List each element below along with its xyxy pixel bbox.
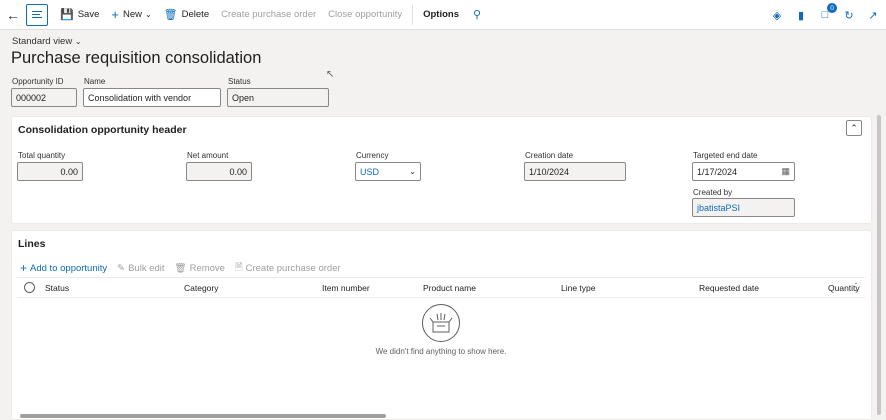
back-arrow-icon[interactable]: ←: [0, 0, 26, 30]
notifications-icon[interactable]: □ 0: [818, 3, 837, 22]
diamond-icon[interactable]: ◈: [770, 8, 784, 22]
created-by-value[interactable]: jbatistaPSI: [697, 203, 740, 213]
trash-icon: 🗑: [174, 262, 187, 274]
delete-label: Delete: [181, 9, 210, 20]
opportunity-id-label: Opportunity ID: [12, 77, 64, 86]
toolbar-right-icons: ◈ ▮ □ 0 ↻ ↗: [770, 0, 880, 30]
page-title: Purchase requisition consolidation: [11, 49, 262, 67]
select-all-radio[interactable]: [24, 282, 35, 293]
notification-badge: 0: [827, 3, 837, 13]
opportunity-id-field[interactable]: 000002: [11, 88, 77, 107]
column-header-category[interactable]: Category: [184, 283, 219, 293]
lines-create-po-label: Create purchase order: [245, 262, 341, 274]
close-opportunity-button[interactable]: Close opportunity: [322, 0, 408, 30]
remove-label: Remove: [189, 262, 225, 274]
currency-label: Currency: [356, 151, 389, 160]
net-amount-field[interactable]: 0.00: [186, 162, 252, 181]
plus-icon: +: [111, 7, 119, 22]
new-label: New: [122, 9, 142, 20]
created-by-field[interactable]: jbatistaPSI: [692, 198, 795, 217]
targeted-end-date-field[interactable]: 1/17/2024 ▦: [692, 162, 795, 181]
save-icon: 💾: [60, 9, 74, 21]
status-value: Open: [232, 92, 255, 103]
options-label: Options: [423, 9, 459, 20]
chevron-up-icon: ⌃: [850, 122, 858, 133]
refresh-icon[interactable]: ↻: [842, 8, 856, 22]
close-opportunity-label: Close opportunity: [328, 9, 403, 20]
net-amount-label: Net amount: [187, 151, 229, 160]
currency-value: USD: [360, 166, 380, 177]
add-to-opportunity-label: Add to opportunity: [30, 262, 108, 274]
lines-title: Lines: [18, 238, 46, 250]
lines-action-bar: + Add to opportunity ✎ Bulk edit 🗑 Remov…: [20, 260, 341, 276]
column-header-status[interactable]: Status: [45, 283, 69, 293]
total-quantity-label: Total quantity: [18, 151, 66, 160]
search-icon[interactable]: ⚲: [465, 8, 489, 21]
remove-button[interactable]: 🗑 Remove: [175, 263, 225, 274]
opportunity-id-value: 000002: [16, 92, 47, 103]
bulk-edit-button[interactable]: ✎ Bulk edit: [117, 263, 164, 274]
create-po-label: Create purchase order: [221, 9, 317, 20]
targeted-end-date-value: 1/17/2024: [697, 166, 738, 177]
creation-date-label: Creation date: [525, 151, 574, 160]
status-label: Status: [228, 77, 251, 86]
trash-icon: 🗑: [163, 9, 178, 21]
vertical-scrollbar[interactable]: [877, 115, 881, 415]
column-header-line-type[interactable]: Line type: [561, 283, 596, 293]
creation-date-value: 1/10/2024: [529, 166, 570, 177]
pencil-icon: ✎: [117, 262, 126, 274]
more-options-icon[interactable]: ⋮: [851, 282, 861, 293]
created-by-label: Created by: [693, 188, 733, 197]
name-label: Name: [84, 77, 106, 86]
net-amount-value: 0.00: [229, 166, 247, 177]
column-header-requested-date[interactable]: Requested date: [699, 283, 759, 293]
options-button[interactable]: Options: [417, 0, 465, 30]
create-purchase-order-button[interactable]: Create purchase order: [215, 0, 322, 30]
currency-select[interactable]: USD ⌄: [355, 162, 421, 181]
mouse-cursor-icon: ↖: [326, 69, 335, 80]
chevron-down-icon: ⌄: [74, 37, 82, 46]
chevron-down-icon: ⌄: [409, 167, 416, 176]
action-toolbar: ← 💾 Save + New ⌄ 🗑 Delete Create purchas…: [0, 0, 886, 30]
empty-state-message: We didn't find anything to show here.: [375, 347, 507, 356]
add-to-opportunity-button[interactable]: + Add to opportunity: [20, 261, 107, 275]
total-quantity-value: 0.00: [60, 166, 78, 177]
calendar-icon[interactable]: ▦: [781, 166, 790, 177]
bulk-edit-label: Bulk edit: [128, 262, 165, 274]
lines-create-purchase-order-button[interactable]: 🗎 Create purchase order: [235, 260, 341, 276]
opportunity-header-title: Consolidation opportunity header: [18, 124, 187, 136]
popout-icon[interactable]: ↗: [866, 8, 880, 22]
office-icon[interactable]: ▮: [794, 8, 808, 22]
column-header-product-name[interactable]: Product name: [423, 283, 476, 293]
delete-button[interactable]: 🗑 Delete: [158, 0, 215, 30]
total-quantity-field[interactable]: 0.00: [17, 162, 83, 181]
empty-box-icon: [422, 304, 460, 342]
menu-icon: [32, 9, 42, 20]
view-selector[interactable]: Standard view ⌄: [12, 36, 82, 47]
name-field[interactable]: Consolidation with vendor: [83, 88, 221, 107]
save-button[interactable]: 💾 Save: [54, 0, 105, 30]
lines-grid: Status Category Item number Product name…: [17, 277, 865, 418]
document-icon: 🗎: [234, 262, 243, 273]
targeted-end-date-label: Targeted end date: [693, 151, 758, 160]
grid-header-row: Status Category Item number Product name…: [17, 278, 865, 298]
creation-date-field[interactable]: 1/10/2024: [524, 162, 626, 181]
view-label: Standard view: [12, 36, 73, 47]
plus-icon: +: [20, 261, 28, 275]
column-header-item-number[interactable]: Item number: [322, 283, 370, 293]
name-value: Consolidation with vendor: [88, 92, 192, 103]
new-button[interactable]: + New ⌄: [105, 0, 157, 30]
horizontal-scrollbar[interactable]: [20, 414, 386, 418]
chevron-down-icon: ⌄: [144, 10, 152, 19]
save-label: Save: [77, 9, 100, 20]
status-field[interactable]: Open: [227, 88, 329, 107]
collapse-section-button[interactable]: ⌃: [846, 120, 862, 136]
hamburger-menu-button[interactable]: [26, 3, 48, 26]
toolbar-divider: [412, 4, 414, 25]
